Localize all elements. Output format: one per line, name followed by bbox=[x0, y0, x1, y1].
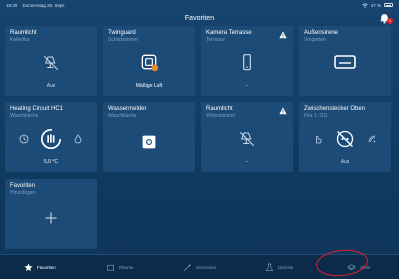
tile-subtitle: Hinzufügen bbox=[10, 190, 36, 196]
wifi-icon bbox=[361, 2, 368, 8]
tile-subtitle: Vorgarten bbox=[304, 37, 326, 43]
star-icon bbox=[24, 262, 33, 271]
page-title: Favoriten bbox=[184, 14, 215, 22]
siren-icon bbox=[334, 55, 356, 69]
tab-label: Räume bbox=[118, 264, 134, 270]
tile-status: -- bbox=[245, 83, 249, 89]
tile-title: Raumlicht bbox=[10, 30, 37, 36]
tile-raumlicht-kellerflur[interactable]: Raumlicht Kellerflur Aus bbox=[5, 26, 97, 96]
app-header: Favoriten 1 bbox=[0, 10, 399, 26]
tab-dienste[interactable]: Dienste bbox=[239, 255, 319, 279]
scenarios-icon bbox=[183, 263, 191, 271]
notification-badge: 1 bbox=[387, 18, 393, 24]
tile-status: Aus bbox=[340, 159, 350, 165]
tile-status: -- bbox=[245, 159, 249, 165]
battery-icon bbox=[384, 3, 393, 7]
water-detector-icon bbox=[142, 135, 156, 149]
tile-heating-circuit[interactable]: Heating Circuit HC1 Waschküche 5,0 °C bbox=[5, 102, 97, 172]
tile-title: Heating Circuit HC1 bbox=[10, 106, 64, 112]
services-icon bbox=[265, 263, 274, 271]
tile-subtitle: Waschküche bbox=[108, 113, 137, 119]
twinguard-icon bbox=[141, 54, 159, 72]
tile-subtitle: Schlafzimmer bbox=[108, 37, 139, 43]
tile-title: Twinguard bbox=[108, 30, 136, 36]
status-date: Donnerstag 29. Sept. bbox=[22, 2, 66, 8]
clock-icon bbox=[19, 134, 29, 144]
tab-raeume[interactable]: Räume bbox=[80, 255, 160, 279]
hand-icon bbox=[316, 135, 322, 144]
tile-wassermelder[interactable]: Wassermelder Waschküche bbox=[103, 102, 195, 172]
tile-raumlicht-wohnzimmer[interactable]: Raumlicht Wohnzimmer -- bbox=[201, 102, 293, 172]
tile-title: Außensirene bbox=[304, 30, 339, 36]
battery-percent: 47 % bbox=[370, 2, 381, 8]
tile-twinguard[interactable]: Twinguard Schlafzimmer Mäßige Luft bbox=[103, 26, 195, 96]
tab-favoriten[interactable]: Favoriten bbox=[0, 255, 80, 279]
tab-szenarien[interactable]: Szenarien bbox=[160, 255, 240, 279]
light-off-icon bbox=[43, 55, 59, 71]
light-off-icon bbox=[239, 131, 255, 147]
tile-title: Kamera Terrasse bbox=[206, 30, 252, 36]
tile-title: Raumlicht bbox=[206, 106, 233, 112]
tile-title: Zwischenstecker Oben bbox=[304, 106, 366, 112]
warning-icon bbox=[279, 107, 287, 115]
tile-status: Mäßige Luft bbox=[135, 83, 163, 89]
tile-add-favorite[interactable]: Favoriten Hinzufügen bbox=[5, 179, 97, 249]
tile-zwischenstecker-oben[interactable]: Zwischenstecker Oben Flur 1. OG Aus bbox=[299, 102, 391, 172]
signal-icon bbox=[368, 135, 376, 143]
tile-subtitle: Wohnzimmer bbox=[206, 113, 236, 119]
status-bar: 18:30 Donnerstag 29. Sept. 47 % bbox=[0, 0, 399, 10]
tile-kamera-terrasse[interactable]: Kamera Terrasse Terrasse -- bbox=[201, 26, 293, 96]
rooms-icon bbox=[106, 264, 114, 271]
plug-icon bbox=[336, 130, 354, 148]
plus-icon bbox=[45, 212, 57, 224]
tile-status: 5,0 °C bbox=[44, 159, 58, 165]
tab-label: Favoriten bbox=[37, 264, 56, 270]
app-screen: 18:30 Donnerstag 29. Sept. 47 % Favorite… bbox=[0, 0, 399, 279]
flame-icon bbox=[74, 134, 82, 144]
tile-title: Favoriten bbox=[10, 183, 36, 189]
tile-subtitle: Waschküche bbox=[10, 113, 39, 119]
tab-label: Szenarien bbox=[195, 264, 217, 270]
status-time: 18:30 bbox=[6, 2, 18, 8]
tile-title: Wassermelder bbox=[108, 106, 147, 112]
notifications-button[interactable]: 1 bbox=[379, 11, 393, 24]
tile-subtitle: Kellerflur bbox=[10, 37, 30, 43]
heating-icon bbox=[41, 129, 61, 149]
tile-aussensirene[interactable]: Außensirene Vorgarten bbox=[299, 26, 391, 96]
tile-status: Aus bbox=[46, 83, 56, 89]
camera-icon bbox=[243, 54, 251, 71]
tile-subtitle: Flur 1. OG bbox=[304, 113, 328, 119]
tile-subtitle: Terrasse bbox=[206, 37, 226, 43]
tab-label: Dienste bbox=[278, 264, 294, 270]
warning-icon bbox=[279, 31, 287, 39]
